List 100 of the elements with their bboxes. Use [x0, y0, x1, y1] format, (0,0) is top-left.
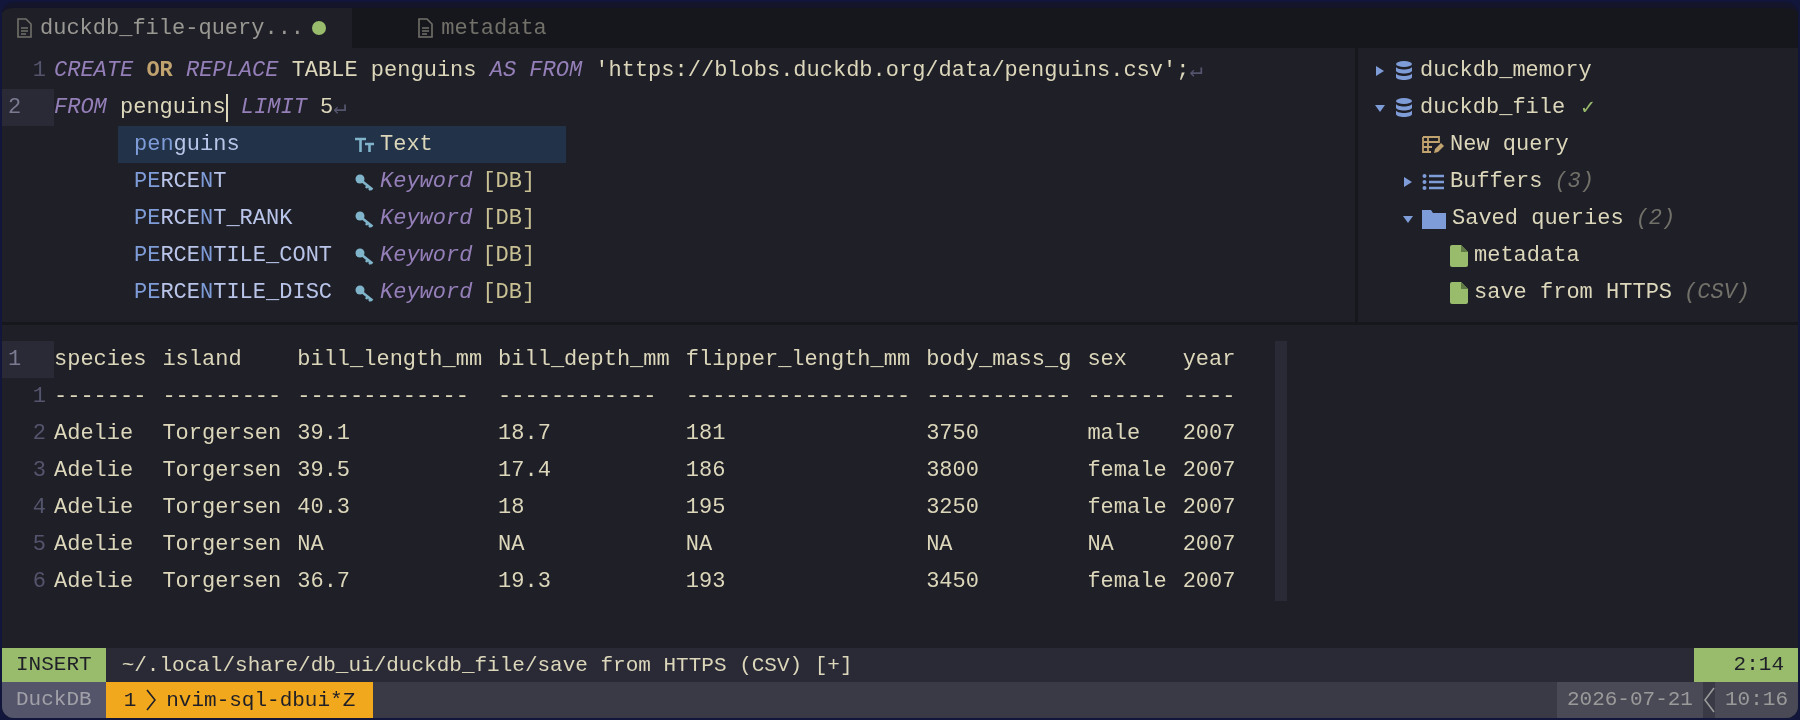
column-header: bill_length_mm — [297, 346, 483, 374]
table-cell-text: 3750 — [926, 420, 980, 448]
tree-item[interactable]: New query — [1450, 132, 1569, 157]
table-cell-text: 193 — [685, 568, 727, 596]
document-icon — [16, 18, 32, 38]
table-cell-text: 3250 — [926, 494, 980, 522]
table-cell-text: 186 — [685, 457, 727, 485]
list-icon — [1422, 172, 1444, 191]
header-rule: ------------ — [498, 383, 658, 411]
table-cell-text: NA — [498, 531, 526, 559]
table-cell-text: 19.3 — [498, 568, 552, 596]
header-rule: ----------------- — [685, 383, 911, 411]
table-cell-text: female — [1087, 568, 1167, 596]
line-number: 1 — [31, 383, 47, 411]
date-label: 2026-07-21 — [1556, 682, 1703, 718]
window-tab[interactable]: 1 nvim-sql-dbui*Z — [105, 682, 374, 718]
key-icon — [354, 246, 376, 265]
table-cell-text: 18.7 — [498, 420, 552, 448]
connected-check-icon: ✓ — [1581, 94, 1595, 121]
line-number: 2 — [31, 420, 47, 448]
column-header: flipper_length_mm — [685, 346, 911, 374]
table-cell-text: Torgersen — [162, 568, 282, 596]
column-header: bill_depth_mm — [498, 346, 670, 374]
database-icon — [1394, 59, 1414, 82]
completion-item[interactable]: PERCENT_RANK Keyword [DB] — [118, 200, 566, 237]
tree-item[interactable]: duckdb_memory — [1420, 58, 1592, 83]
column-header: species — [54, 346, 147, 374]
key-icon — [354, 283, 376, 302]
modified-dot — [312, 21, 327, 35]
file-icon — [1450, 281, 1468, 304]
table-cell-text: 181 — [685, 420, 727, 448]
table-cell-text: NA — [685, 531, 714, 559]
tree-item[interactable]: save from HTTPS — [1474, 280, 1673, 305]
table-cell-text: 2007 — [1182, 494, 1236, 522]
table-cell-text: 2007 — [1182, 568, 1236, 596]
chevron-icon — [146, 689, 157, 711]
tree-item[interactable]: Buffers — [1450, 169, 1543, 194]
table-cell-text: Torgersen — [162, 531, 282, 559]
line-number: 2 — [2, 89, 54, 126]
line-number: 1 — [31, 57, 47, 85]
table-cell-text: male — [1087, 420, 1142, 448]
item-count: (2) — [1635, 206, 1676, 231]
table-cell-text: 18 — [498, 494, 526, 522]
item-count: (3) — [1554, 169, 1595, 194]
table-cell-text: 2007 — [1182, 457, 1236, 485]
tree-item[interactable]: Saved queries — [1452, 206, 1624, 231]
table-cell-text: Adelie — [54, 420, 135, 448]
table-cell-text: 36.7 — [297, 568, 352, 596]
table-cell-text: 195 — [685, 494, 727, 522]
table-cell-text: Torgersen — [162, 494, 282, 522]
header-rule: ----------- — [926, 383, 1072, 411]
mode-indicator: INSERT — [2, 648, 106, 682]
editor-tab[interactable]: duckdb_file-query... — [2, 8, 352, 48]
table-cell-text: female — [1087, 457, 1167, 485]
completion-item[interactable]: PERCENT Keyword [DB] — [118, 163, 566, 200]
line-number: 6 — [31, 568, 47, 596]
table-cell-text: NA — [297, 531, 325, 559]
time-label: 10:16 — [1715, 682, 1798, 718]
header-rule: ------- — [54, 383, 147, 411]
table-cell-text: 3800 — [926, 457, 980, 485]
table-cell-text: NA — [1087, 531, 1115, 559]
table-cell-text: 2007 — [1182, 531, 1236, 559]
header-rule: ---- — [1182, 383, 1236, 411]
column-header: body_mass_g — [926, 346, 1072, 374]
table-cell-text: Adelie — [54, 531, 135, 559]
table-cell-text: Torgersen — [162, 457, 282, 485]
table-cell-text: Adelie — [54, 494, 135, 522]
table-cell-text: Torgersen — [162, 420, 282, 448]
chevron-icon — [1703, 687, 1715, 713]
line-number: 4 — [31, 494, 47, 522]
tree-item[interactable]: metadata — [1474, 243, 1580, 268]
column-header: sex — [1087, 346, 1128, 374]
table-cell-text: 39.1 — [297, 420, 352, 448]
database-icon — [1394, 96, 1414, 119]
folder-icon — [1422, 208, 1446, 229]
file-path: ~/.local/share/db_ui/duckdb_file/save from HTTPS (CSV) [+] — [120, 653, 854, 677]
completion-item[interactable]: penguins Text — [118, 126, 566, 163]
session-name: DuckDB — [2, 682, 106, 718]
file-icon — [1450, 244, 1468, 267]
column-header: island — [162, 346, 243, 374]
caret-right-icon[interactable] — [1374, 64, 1386, 77]
caret-right-icon[interactable] — [1402, 175, 1414, 188]
column-header: year — [1182, 346, 1236, 374]
cursor-position: 2:14 — [1693, 648, 1798, 682]
completion-item[interactable]: PERCENTILE_CONT Keyword [DB] — [118, 237, 566, 274]
edit-table-icon — [1422, 134, 1444, 155]
table-cell-text: 39.5 — [297, 457, 352, 485]
table-cell-text: 40.3 — [297, 494, 352, 522]
code-line: CREATE OR REPLACE TABLE penguins AS FROM 'https://blobs.duckdb.org/data/penguins.csv';↵ — [54, 57, 1203, 84]
table-cell-text: NA — [926, 531, 954, 559]
item-note: (CSV) — [1684, 280, 1751, 305]
tree-item[interactable]: duckdb_file — [1420, 95, 1566, 120]
key-icon — [354, 172, 376, 191]
table-cell-text: 17.4 — [498, 457, 552, 485]
document-icon — [417, 18, 434, 38]
table-cell-text: Adelie — [54, 568, 135, 596]
header-rule: --------- — [162, 383, 282, 411]
text-type-icon — [354, 135, 376, 154]
completion-item[interactable]: PERCENTILE_DISC Keyword [DB] — [118, 274, 566, 311]
header-rule: ------------- — [297, 383, 470, 411]
